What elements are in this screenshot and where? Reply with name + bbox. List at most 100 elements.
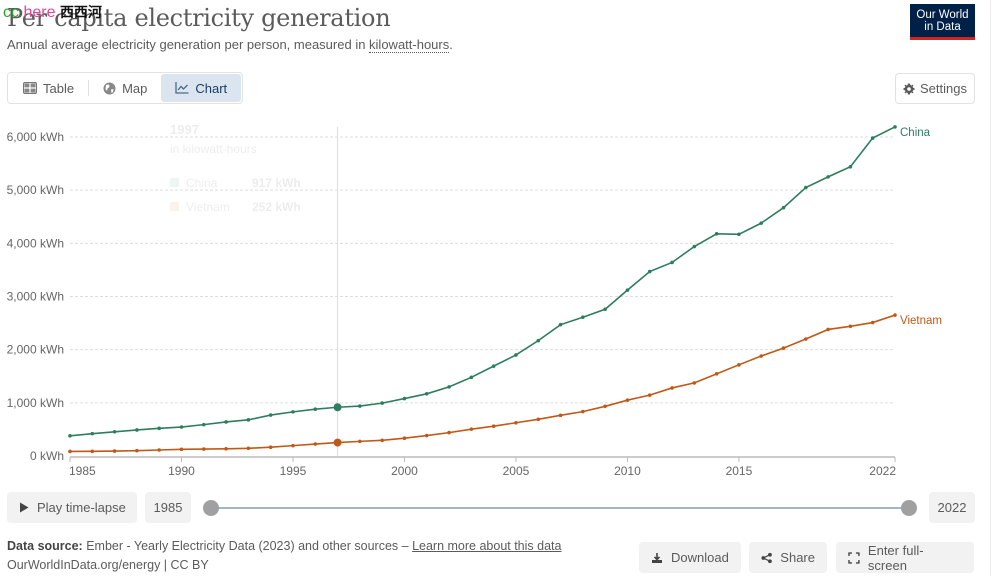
data-point[interactable]	[157, 426, 161, 431]
tab-table[interactable]: Table	[9, 74, 88, 102]
data-point[interactable]	[536, 338, 541, 343]
data-point[interactable]	[246, 418, 251, 422]
data-point[interactable]	[781, 346, 786, 350]
data-point[interactable]	[157, 448, 161, 452]
data-point[interactable]	[714, 231, 719, 236]
data-point[interactable]	[179, 425, 184, 429]
data-point[interactable]	[402, 436, 407, 440]
data-point[interactable]	[870, 136, 875, 140]
data-point[interactable]	[781, 205, 786, 210]
data-point[interactable]	[90, 449, 95, 454]
timeline-slider-track[interactable]	[213, 507, 909, 509]
data-point[interactable]	[692, 244, 697, 249]
series-china[interactable]	[68, 125, 897, 438]
data-point[interactable]	[268, 413, 273, 417]
data-point[interactable]	[179, 447, 184, 452]
data-point[interactable]	[581, 409, 585, 414]
data-point[interactable]	[692, 381, 697, 385]
data-point[interactable]	[224, 446, 228, 451]
data-point[interactable]	[670, 386, 674, 390]
data-point[interactable]	[268, 445, 273, 450]
owid-logo[interactable]: Our World in Data	[910, 4, 975, 40]
data-point[interactable]	[424, 391, 429, 396]
data-point[interactable]	[201, 447, 206, 451]
data-point[interactable]	[603, 307, 607, 312]
tab-map[interactable]: Map	[89, 74, 161, 102]
footer-url[interactable]: OurWorldInData.org/energy | CC BY	[7, 558, 209, 572]
settings-button[interactable]: Settings	[895, 73, 975, 104]
data-point[interactable]	[647, 269, 652, 274]
data-point[interactable]	[826, 327, 830, 332]
data-point[interactable]	[224, 420, 228, 424]
data-point[interactable]	[826, 175, 830, 179]
data-point[interactable]	[804, 337, 808, 341]
data-point[interactable]	[737, 232, 741, 237]
learn-more-link[interactable]: Learn more about this data	[412, 539, 561, 553]
data-point[interactable]	[201, 422, 206, 427]
line-chart[interactable]: 1997 in kilowatt-hours China 917 kWh Vie…	[0, 110, 994, 490]
data-point[interactable]	[759, 221, 764, 225]
share-button[interactable]: Share	[749, 542, 827, 573]
data-point[interactable]	[737, 363, 741, 367]
data-point[interactable]	[759, 354, 764, 358]
data-point[interactable]	[447, 385, 451, 389]
kilowatt-hours-link[interactable]: kilowatt-hours	[369, 37, 450, 53]
data-point[interactable]	[469, 375, 474, 380]
highlight-point[interactable]	[333, 403, 342, 412]
series-line-china[interactable]	[69, 126, 896, 437]
play-timelapse-button[interactable]: Play time-lapse	[7, 492, 137, 523]
data-point[interactable]	[625, 288, 630, 292]
data-point[interactable]	[670, 260, 674, 265]
data-point[interactable]	[514, 420, 518, 425]
data-point[interactable]	[90, 431, 95, 436]
start-year-label[interactable]: 1985	[145, 492, 191, 523]
data-point[interactable]	[893, 125, 897, 129]
series-line-vietnam[interactable]	[69, 314, 896, 453]
data-point[interactable]	[313, 442, 318, 446]
data-point[interactable]	[870, 320, 875, 325]
data-point[interactable]	[536, 417, 541, 422]
data-point[interactable]	[514, 353, 518, 357]
data-point[interactable]	[603, 404, 607, 409]
data-point[interactable]	[714, 372, 719, 376]
data-point[interactable]	[625, 398, 630, 402]
data-point[interactable]	[291, 410, 295, 414]
data-point[interactable]	[491, 424, 496, 429]
download-button[interactable]: Download	[639, 542, 741, 573]
data-point[interactable]	[358, 439, 362, 444]
data-point[interactable]	[469, 427, 474, 431]
data-point[interactable]	[848, 164, 853, 169]
highlight-point[interactable]	[333, 438, 342, 447]
data-point[interactable]	[804, 185, 808, 190]
data-point[interactable]	[380, 438, 384, 443]
data-point[interactable]	[893, 313, 897, 317]
fullscreen-button[interactable]: Enter full-screen	[836, 542, 974, 573]
data-point[interactable]	[402, 396, 407, 401]
data-point[interactable]	[291, 443, 295, 448]
timeline-start-handle[interactable]	[203, 500, 219, 516]
data-point[interactable]	[491, 364, 496, 368]
series-label-china[interactable]: China	[900, 127, 931, 139]
data-point[interactable]	[558, 322, 563, 327]
tab-chart[interactable]: Chart	[161, 74, 242, 102]
data-point[interactable]	[848, 324, 853, 329]
data-point[interactable]	[447, 430, 451, 435]
data-point[interactable]	[135, 428, 139, 432]
data-point[interactable]	[68, 433, 72, 438]
series-vietnam[interactable]	[68, 313, 897, 454]
data-point[interactable]	[112, 430, 117, 434]
data-point[interactable]	[558, 413, 563, 418]
data-point[interactable]	[647, 393, 652, 397]
series-label-vietnam[interactable]: Vietnam	[900, 315, 942, 327]
data-point[interactable]	[424, 433, 429, 438]
end-year-label[interactable]: 2022	[929, 492, 975, 523]
data-point[interactable]	[135, 448, 139, 453]
data-point[interactable]	[358, 404, 362, 408]
data-point[interactable]	[68, 449, 72, 454]
data-point[interactable]	[380, 401, 384, 405]
data-point[interactable]	[246, 446, 251, 451]
data-point[interactable]	[581, 315, 585, 320]
data-point[interactable]	[112, 449, 117, 453]
timeline-end-handle[interactable]	[901, 500, 917, 516]
data-point[interactable]	[313, 407, 318, 412]
